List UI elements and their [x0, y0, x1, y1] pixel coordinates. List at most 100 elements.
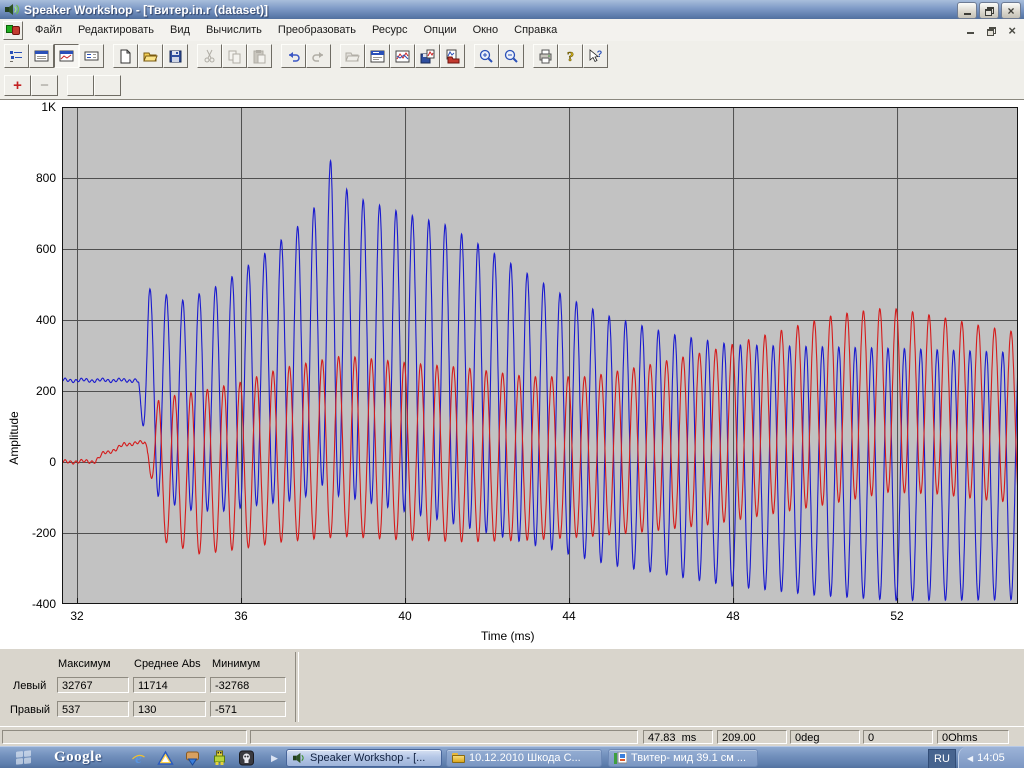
minimize-button[interactable] — [957, 2, 977, 19]
language-indicator[interactable]: RU — [928, 749, 956, 768]
restore-button[interactable] — [979, 2, 999, 19]
help-button[interactable]: ? — [558, 44, 583, 68]
task-button-image-viewer[interactable]: Твитер- мид 39.1 см ... — [608, 749, 758, 767]
svg-text:e: e — [135, 751, 142, 766]
tray-collapse-icon[interactable]: ◀ — [967, 754, 973, 763]
properties-button[interactable] — [365, 44, 390, 68]
task-button-label: Твитер- мид 39.1 см ... — [631, 752, 746, 764]
x-tick-label: 48 — [716, 609, 750, 623]
daemon-tools-icon[interactable] — [157, 750, 174, 766]
status-cursor-time: 47.83 ms — [643, 730, 713, 744]
internet-explorer-icon[interactable]: e — [130, 750, 147, 766]
save-button[interactable] — [163, 44, 188, 68]
stats-header-avgabs: Среднее Abs — [134, 658, 201, 670]
chart-view-icon — [58, 48, 75, 65]
save-icon — [167, 48, 184, 65]
y-tick-label: 800 — [12, 171, 56, 185]
undo-icon — [285, 48, 302, 65]
redo-icon — [310, 48, 327, 65]
skull-app-icon[interactable] — [238, 750, 255, 766]
google-toolbar-logo[interactable]: Google — [54, 749, 102, 766]
undo-button[interactable] — [281, 44, 306, 68]
menu-view[interactable]: Вид — [162, 21, 198, 39]
stats-panel-divider — [295, 652, 299, 722]
windows-logo-icon[interactable] — [16, 750, 31, 765]
paste-button[interactable] — [247, 44, 272, 68]
remove-button[interactable]: − — [31, 75, 58, 96]
stats-left-min: -32768 — [210, 677, 286, 693]
folder-icon — [452, 753, 465, 764]
context-help-button[interactable]: ? — [583, 44, 608, 68]
restore-icon — [985, 7, 993, 14]
dataset-document-icon[interactable] — [3, 21, 23, 40]
svg-text:?: ? — [567, 50, 574, 65]
export-chart-button[interactable] — [440, 44, 465, 68]
menu-bar: Файл Редактировать Вид Вычислить Преобра… — [0, 19, 1024, 42]
menu-options[interactable]: Опции — [415, 21, 464, 39]
mdi-window-controls: × — [967, 19, 1016, 41]
chart-options-button[interactable] — [390, 44, 415, 68]
paste-icon — [251, 48, 268, 65]
cut-button[interactable] — [197, 44, 222, 68]
stats-right-max: 537 — [57, 701, 129, 717]
menu-edit[interactable]: Редактировать — [70, 21, 162, 39]
window-title: Speaker Workshop - [Твитер.in.r (dataset… — [24, 3, 268, 17]
menu-help[interactable]: Справка — [506, 21, 565, 39]
sort-view-icon — [8, 48, 25, 65]
chart-icon — [394, 48, 411, 65]
add-button[interactable]: + — [4, 75, 31, 96]
mdi-minimize-icon[interactable] — [967, 32, 974, 34]
new-document-button[interactable] — [113, 44, 138, 68]
task-button-folder[interactable]: 10.12.2010 Шкода С... — [446, 749, 602, 767]
download-manager-icon[interactable] — [184, 750, 201, 766]
open-resource-button[interactable] — [340, 44, 365, 68]
zoom-out-button[interactable] — [499, 44, 524, 68]
properties-view-icon — [83, 48, 100, 65]
app-speaker-icon — [4, 3, 19, 16]
stats-right-avgabs: 130 — [133, 701, 206, 717]
save-chart-button[interactable] — [415, 44, 440, 68]
waveform-plot[interactable] — [62, 107, 1018, 604]
mdi-close-icon[interactable]: × — [1008, 23, 1016, 38]
copy-button[interactable] — [222, 44, 247, 68]
blank-button-1[interactable] — [67, 75, 94, 96]
x-tick-label: 32 — [60, 609, 94, 623]
menu-window[interactable]: Окно — [465, 21, 507, 39]
print-button[interactable] — [533, 44, 558, 68]
properties-view-button[interactable] — [79, 44, 104, 68]
stats-row-label-left: Левый — [13, 680, 46, 692]
task-button-label: 10.12.2010 Шкода С... — [469, 752, 581, 764]
status-cursor-value: 209.00 — [717, 730, 787, 744]
menu-file[interactable]: Файл — [27, 21, 70, 39]
menu-resource[interactable]: Ресурс — [364, 21, 415, 39]
x-tick-label: 52 — [880, 609, 914, 623]
zoom-in-button[interactable] — [474, 44, 499, 68]
desktop: Speaker Workshop - [Твитер.in.r (dataset… — [0, 0, 1024, 768]
mdi-restore-icon[interactable] — [987, 27, 995, 34]
properties-window-icon — [369, 48, 386, 65]
datasheet-view-button[interactable] — [29, 44, 54, 68]
menu-transform[interactable]: Преобразовать — [270, 21, 364, 39]
open-button[interactable] — [138, 44, 163, 68]
menu-calculate[interactable]: Вычислить — [198, 21, 270, 39]
status-message-field — [2, 730, 247, 744]
minimize-icon — [964, 13, 971, 15]
quicklaunch-overflow-chevron[interactable]: ▶ — [271, 753, 278, 764]
datasheet-view-icon — [33, 48, 50, 65]
redo-button[interactable] — [306, 44, 331, 68]
svg-text:?: ? — [597, 49, 603, 59]
sort-view-button[interactable] — [4, 44, 29, 68]
new-document-icon — [117, 48, 134, 65]
export-chart-icon — [444, 48, 461, 65]
clock[interactable]: 14:05 — [977, 752, 1005, 764]
open-folder-icon — [142, 48, 159, 65]
blank-button-2[interactable] — [94, 75, 121, 96]
task-button-speaker-workshop[interactable]: Speaker Workshop - [... — [286, 749, 442, 767]
y-tick-label: 400 — [12, 313, 56, 327]
close-button[interactable]: × — [1001, 2, 1021, 19]
status-impedance: 0Ohms — [937, 730, 1009, 744]
y-tick-label: -200 — [12, 526, 56, 540]
chart-view-button[interactable] — [54, 44, 79, 68]
stats-panel: Максимум Среднее Abs Минимум Левый 32767… — [0, 648, 1024, 727]
robot-app-icon[interactable] — [211, 750, 228, 766]
